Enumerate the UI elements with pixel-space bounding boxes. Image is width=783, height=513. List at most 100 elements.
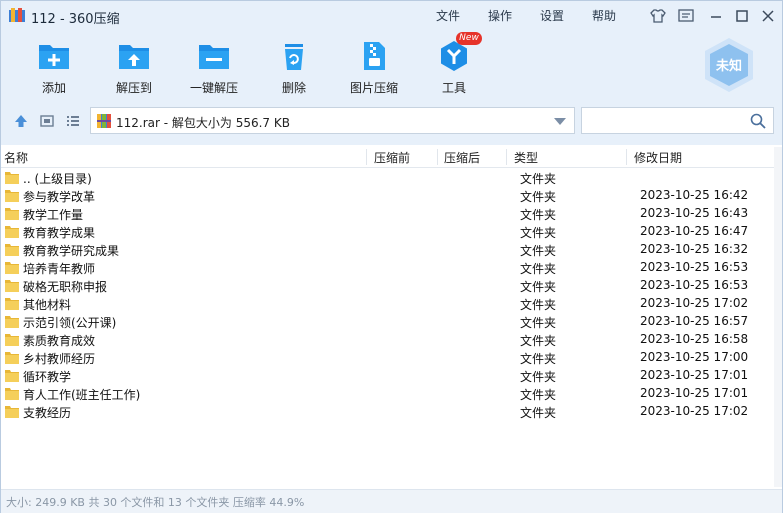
add-button[interactable]: 添加 — [17, 37, 91, 99]
maximize-icon[interactable] — [733, 7, 751, 25]
table-row[interactable]: 破格无职称申报 文件夹 2023-10-25 16:53 — [1, 277, 782, 295]
file-type: 文件夹 — [520, 262, 557, 276]
app-window: 112 - 360压缩 文件 操作 设置 帮助 添加 解压到 一键解压 删除 图… — [0, 0, 783, 513]
folder-icon — [5, 316, 19, 328]
rar-file-icon — [97, 114, 111, 128]
file-date: 2023-10-25 16:58 — [640, 332, 749, 346]
search-box[interactable] — [581, 107, 774, 134]
file-name: 教育教学研究成果 — [23, 244, 120, 258]
skin-shirt-icon[interactable] — [649, 7, 667, 25]
tools-button[interactable]: 工具 — [417, 37, 491, 99]
folder-icon — [5, 226, 19, 238]
chevron-down-icon[interactable] — [554, 118, 566, 125]
menu-settings[interactable]: 设置 — [540, 7, 564, 24]
menu-help[interactable]: 帮助 — [592, 7, 616, 24]
folder-icon — [5, 334, 19, 346]
file-name: 乡村教师经历 — [23, 352, 96, 366]
col-separator[interactable] — [366, 149, 367, 165]
feedback-icon[interactable] — [677, 7, 695, 25]
file-name: 参与教学改革 — [23, 190, 96, 204]
brand-label: 未知 — [715, 58, 742, 74]
table-row[interactable]: 教育教学成果 文件夹 2023-10-25 16:47 — [1, 223, 782, 241]
one-click-extract-button[interactable]: 一键解压 — [177, 37, 251, 99]
file-type: 文件夹 — [520, 352, 557, 366]
folder-icon — [5, 388, 19, 400]
file-type: 文件夹 — [520, 190, 557, 204]
file-type: 文件夹 — [520, 388, 557, 402]
file-type: 文件夹 — [520, 172, 557, 186]
folder-icon — [5, 352, 19, 364]
menu-operate[interactable]: 操作 — [488, 7, 512, 24]
file-type: 文件夹 — [520, 280, 557, 294]
folder-icon — [5, 406, 19, 418]
extract-to-label: 解压到 — [115, 81, 152, 95]
vertical-scrollbar[interactable] — [774, 147, 782, 487]
image-compress-button[interactable]: 图片压缩 — [337, 37, 411, 99]
col-compressed[interactable]: 压缩前 — [374, 149, 410, 166]
table-row[interactable]: 教育教学研究成果 文件夹 2023-10-25 16:32 — [1, 241, 782, 259]
column-header: 名称 压缩前 压缩后 类型 修改日期 — [1, 147, 782, 168]
file-type: 文件夹 — [520, 334, 557, 348]
one-click-extract-label: 一键解压 — [189, 81, 238, 95]
window-title: 112 - 360压缩 — [31, 12, 120, 27]
address-bar[interactable]: 112.rar - 解包大小为 556.7 KB — [90, 107, 575, 134]
file-date: 2023-10-25 16:32 — [640, 242, 749, 256]
image-compress-icon — [364, 42, 385, 70]
table-row[interactable]: .. (上级目录) 文件夹 — [1, 169, 782, 187]
delete-button[interactable]: 删除 — [257, 37, 331, 99]
brand-badge[interactable]: 未知 — [703, 37, 755, 93]
status-bar: 大小: 249.9 KB 共 30 个文件和 13 个文件夹 压缩率 44.9% — [1, 489, 782, 513]
col-type[interactable]: 类型 — [514, 149, 538, 166]
col-name[interactable]: 名称 — [4, 149, 28, 166]
col-separator[interactable] — [506, 149, 507, 165]
tools-label: 工具 — [441, 81, 466, 95]
file-type: 文件夹 — [520, 244, 557, 258]
search-icon[interactable] — [750, 113, 766, 129]
thumbnail-view-icon[interactable] — [40, 114, 54, 128]
file-type: 文件夹 — [520, 406, 557, 420]
trash-icon — [285, 44, 303, 70]
file-name: 破格无职称申报 — [23, 280, 108, 294]
file-type: 文件夹 — [520, 298, 557, 312]
table-row[interactable]: 支教经历 文件夹 2023-10-25 17:02 — [1, 403, 782, 421]
col-modified[interactable]: 修改日期 — [634, 149, 682, 166]
folder-icon — [5, 244, 19, 256]
table-row[interactable]: 乡村教师经历 文件夹 2023-10-25 17:00 — [1, 349, 782, 367]
up-arrow-icon[interactable] — [14, 114, 28, 128]
archive-app-icon — [9, 8, 25, 22]
table-row[interactable]: 参与教学改革 文件夹 2023-10-25 16:42 — [1, 187, 782, 205]
image-compress-label: 图片压缩 — [349, 81, 398, 95]
close-icon[interactable] — [759, 7, 777, 25]
file-date: 2023-10-25 17:02 — [640, 404, 749, 418]
list-view-icon[interactable] — [66, 114, 80, 128]
table-row[interactable]: 培养青年教师 文件夹 2023-10-25 16:53 — [1, 259, 782, 277]
col-after[interactable]: 压缩后 — [444, 149, 480, 166]
file-date: 2023-10-25 16:47 — [640, 224, 749, 238]
add-folder-icon — [39, 45, 69, 69]
file-name: 育人工作(班主任工作) — [23, 388, 141, 402]
table-row[interactable]: 育人工作(班主任工作) 文件夹 2023-10-25 17:01 — [1, 385, 782, 403]
col-separator[interactable] — [437, 149, 438, 165]
table-row[interactable]: 教学工作量 文件夹 2023-10-25 16:43 — [1, 205, 782, 223]
folder-icon — [5, 298, 19, 310]
file-date: 2023-10-25 17:02 — [640, 296, 749, 310]
file-name: 其他材料 — [23, 298, 72, 312]
address-text: 112.rar - 解包大小为 556.7 KB — [116, 116, 290, 130]
col-separator[interactable] — [626, 149, 627, 165]
folder-icon — [5, 370, 19, 382]
table-row[interactable]: 循环教学 文件夹 2023-10-25 17:01 — [1, 367, 782, 385]
table-row[interactable]: 素质教育成效 文件夹 2023-10-25 16:58 — [1, 331, 782, 349]
table-row[interactable]: 其他材料 文件夹 2023-10-25 17:02 — [1, 295, 782, 313]
extract-to-button[interactable]: 解压到 — [97, 37, 171, 99]
one-click-extract-icon — [199, 45, 229, 69]
file-date: 2023-10-25 17:01 — [640, 368, 749, 382]
table-row[interactable]: 示范引领(公开课) 文件夹 2023-10-25 16:57 — [1, 313, 782, 331]
file-name: 支教经历 — [23, 406, 72, 420]
minimize-icon[interactable] — [707, 7, 725, 25]
file-date: 2023-10-25 16:43 — [640, 206, 749, 220]
folder-icon — [5, 280, 19, 292]
file-date: 2023-10-25 16:57 — [640, 314, 749, 328]
file-name: .. (上级目录) — [23, 172, 92, 186]
menu-file[interactable]: 文件 — [436, 7, 460, 24]
delete-label: 删除 — [281, 81, 306, 95]
